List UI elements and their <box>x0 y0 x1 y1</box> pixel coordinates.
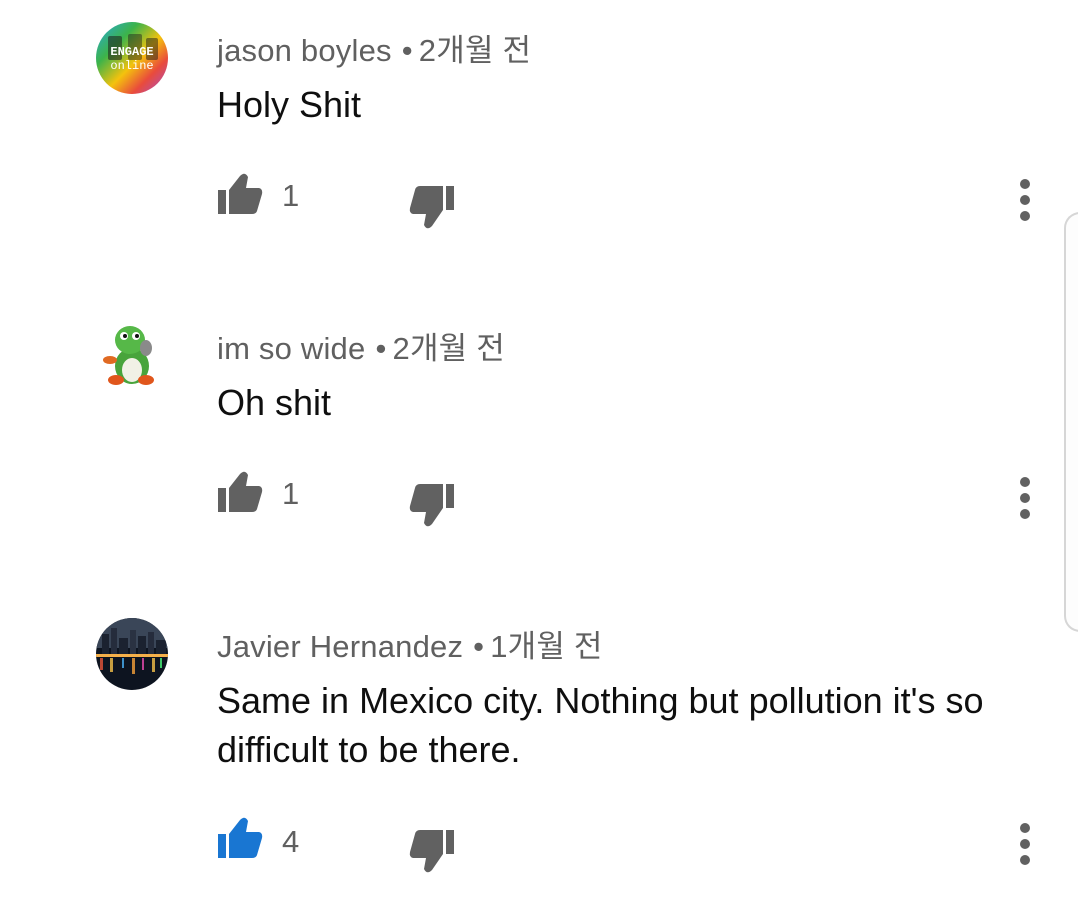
avatar[interactable] <box>96 320 168 392</box>
comment-text: Oh shit <box>217 382 332 423</box>
comment-meta: jason boyles • 2개월 전 <box>217 25 531 70</box>
more-options-button[interactable] <box>1012 178 1038 224</box>
thumb-down-icon <box>409 484 454 527</box>
engage-online-logo: ENGAGE online <box>96 22 168 94</box>
separator: • <box>401 33 413 68</box>
separator: • <box>473 629 485 664</box>
author-name[interactable]: im so wide <box>217 331 365 366</box>
thumb-up-icon <box>218 817 263 858</box>
more-options-button[interactable] <box>1012 476 1038 522</box>
scroll-indicator[interactable] <box>1064 212 1078 632</box>
comment-time: 1개월 전 <box>490 629 603 664</box>
author-name[interactable]: jason boyles <box>217 33 392 68</box>
like-count: 1 <box>282 178 300 213</box>
more-vert-icon <box>1020 823 1030 865</box>
city-night-avatar <box>96 618 168 690</box>
dislike-button[interactable] <box>408 184 458 232</box>
comment-text: Same in Mexico city. Nothing but polluti… <box>217 680 984 770</box>
thumb-down-icon <box>409 830 454 873</box>
more-vert-icon <box>1020 179 1030 221</box>
thumb-up-icon <box>218 471 263 512</box>
thumb-down-icon <box>409 186 454 229</box>
like-button[interactable] <box>215 172 265 216</box>
like-button[interactable] <box>215 470 265 514</box>
avatar[interactable] <box>96 618 168 690</box>
comment-meta: Javier Hernandez • 1개월 전 <box>217 621 603 666</box>
more-vert-icon <box>1020 477 1030 519</box>
comment-time: 2개월 전 <box>392 331 505 366</box>
comment-meta: im so wide • 2개월 전 <box>217 323 505 368</box>
more-options-button[interactable] <box>1012 822 1038 868</box>
svg-text:online: online <box>110 59 153 73</box>
thumb-up-icon <box>218 173 263 214</box>
separator: • <box>375 331 387 366</box>
comment-text: Holy Shit <box>217 84 362 125</box>
like-count: 1 <box>282 476 300 511</box>
dislike-button[interactable] <box>408 828 458 876</box>
like-count: 4 <box>282 824 300 859</box>
avatar[interactable]: ENGAGE online <box>96 22 168 94</box>
like-button[interactable] <box>215 816 265 860</box>
comment-time: 2개월 전 <box>418 33 532 68</box>
svg-text:ENGAGE: ENGAGE <box>110 45 153 59</box>
dislike-button[interactable] <box>408 482 458 530</box>
author-name[interactable]: Javier Hernandez <box>217 629 463 664</box>
green-dinosaur-avatar <box>103 326 154 385</box>
